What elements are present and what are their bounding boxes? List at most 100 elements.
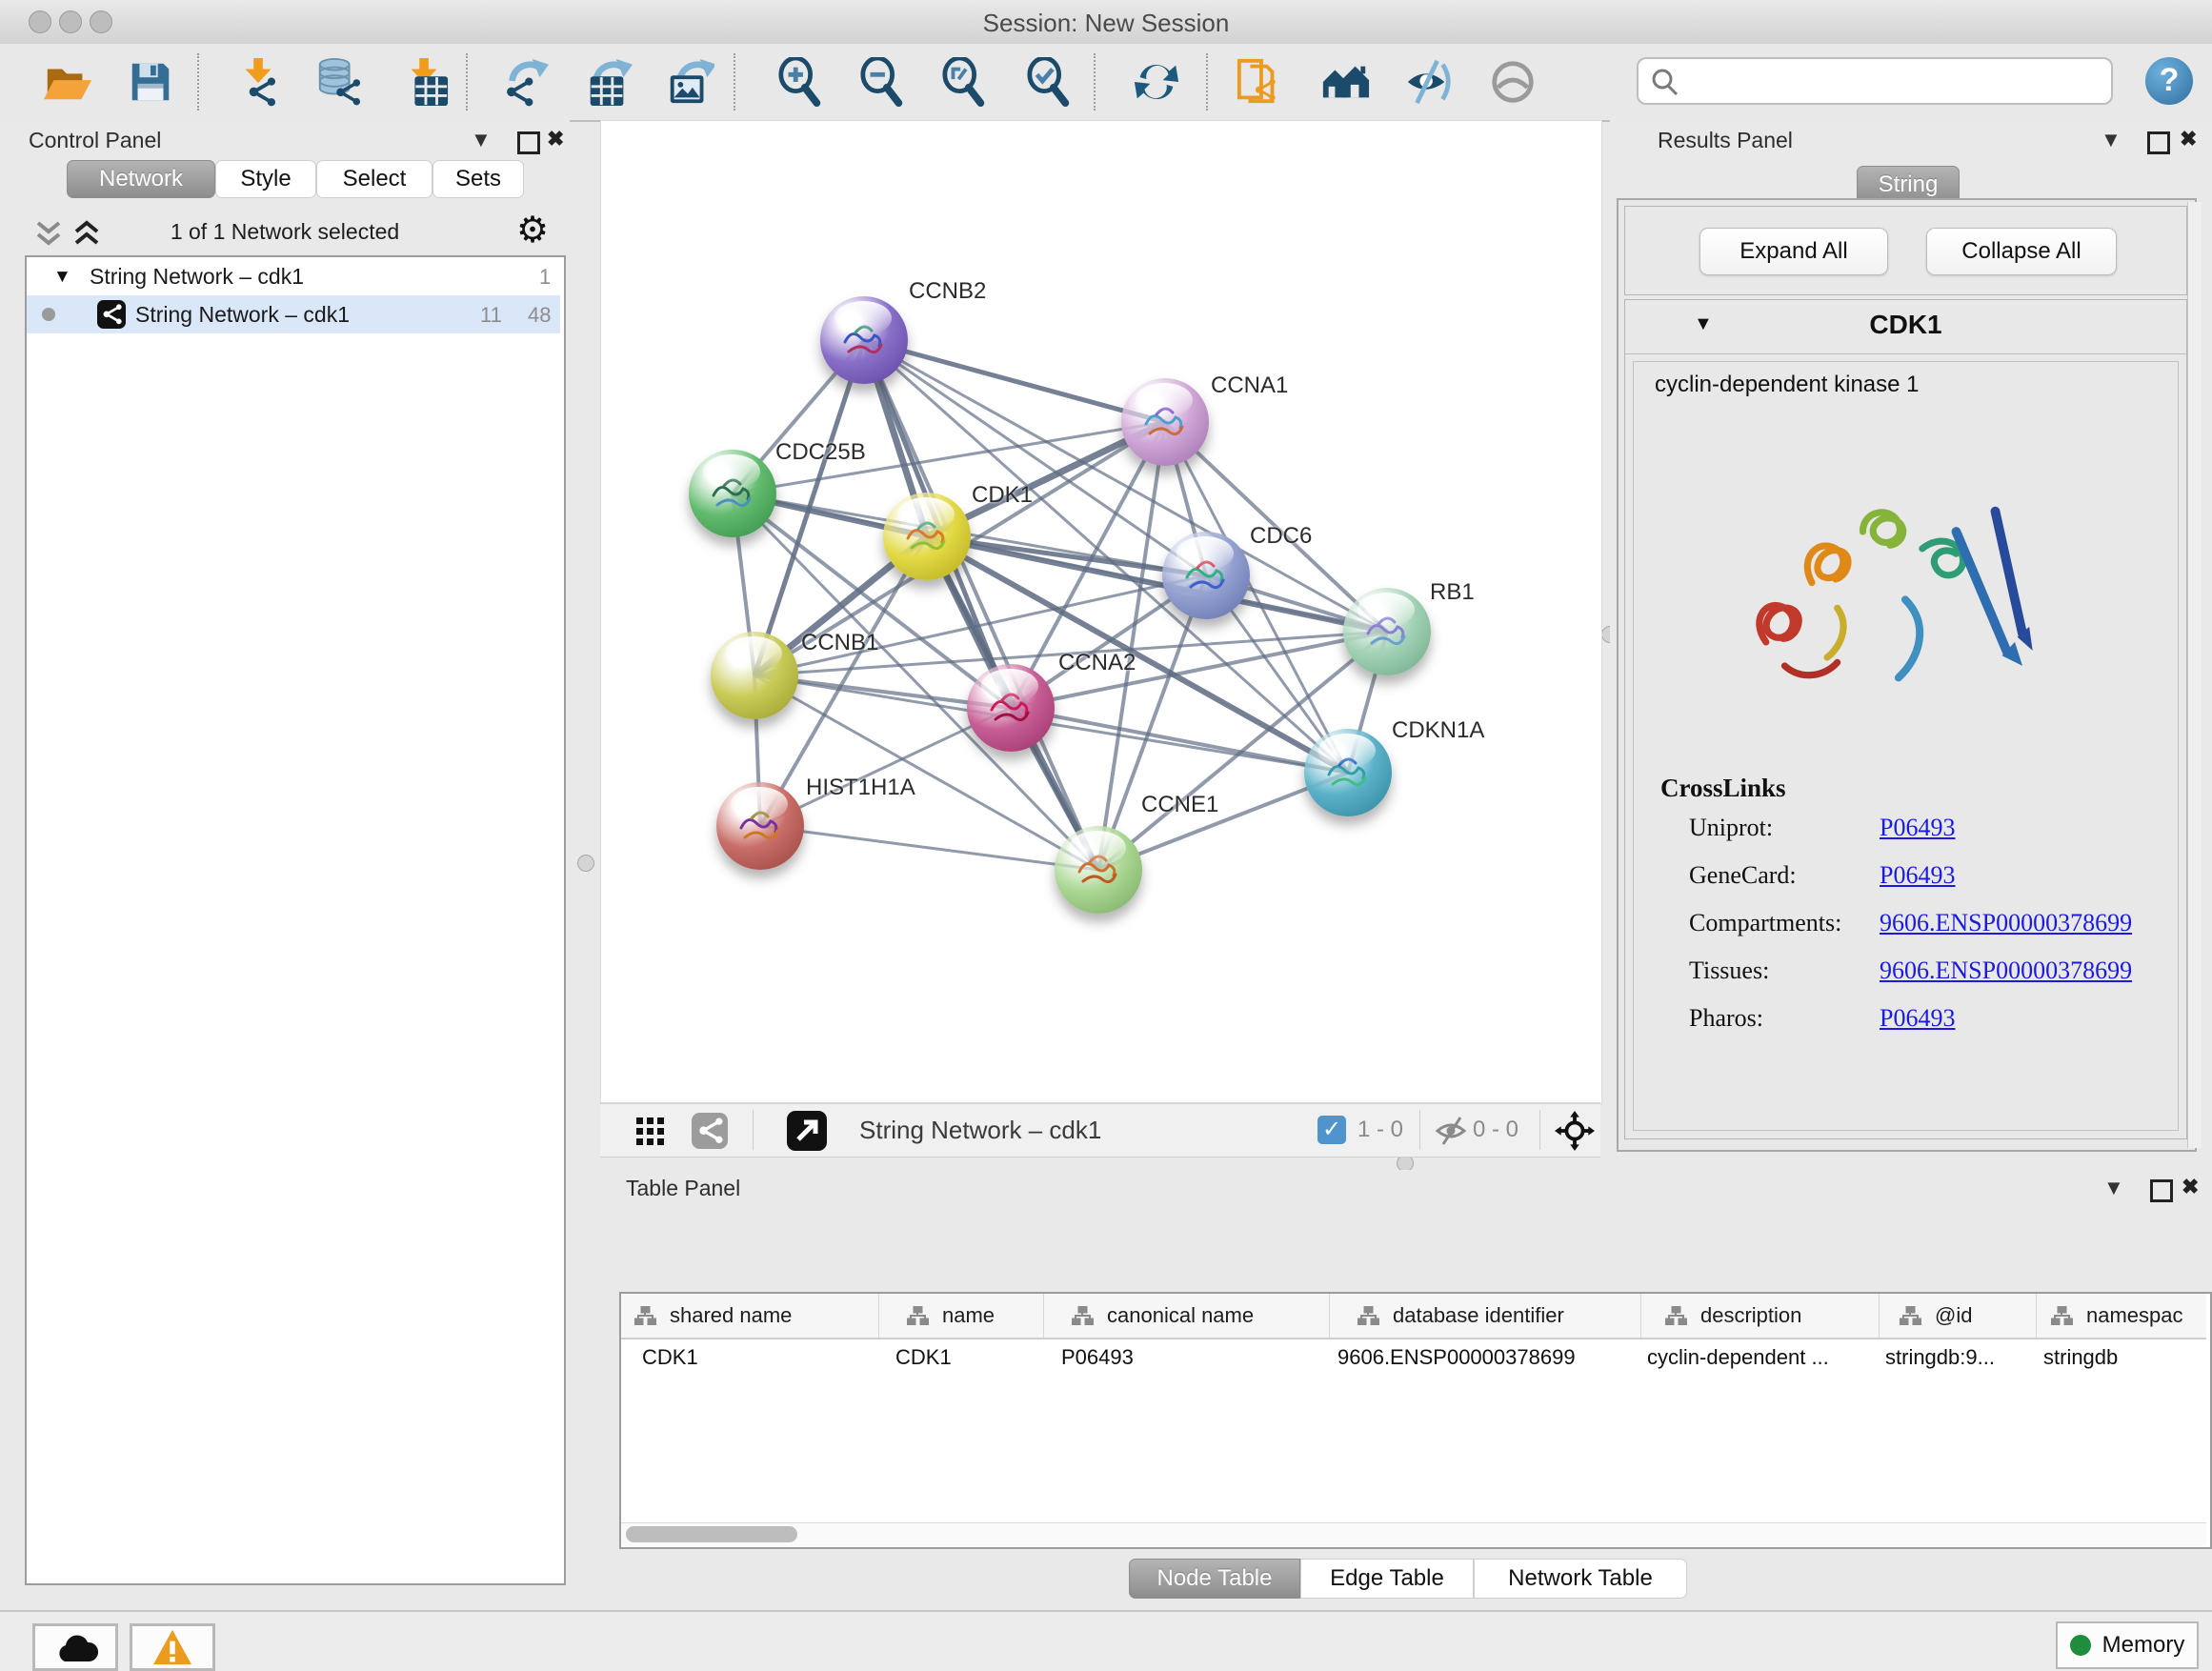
search-input[interactable] — [1688, 63, 2101, 97]
crosslink-genecard-link[interactable]: P06493 — [1880, 861, 1955, 890]
network-canvas[interactable]: CCNB2CCNA1CDC25BCDK1CDC6RB1CCNB1CCNA2CDK… — [600, 120, 1602, 1104]
network-row-selected[interactable]: String Network – cdk1 11 48 — [27, 295, 560, 333]
table-row[interactable]: CDK1 CDK1 P06493 9606.ENSP00000378699 cy… — [621, 1338, 2206, 1379]
show-all-icon[interactable] — [1488, 57, 1538, 107]
column-header[interactable]: namespac — [2036, 1294, 2206, 1338]
network-node-cdkn1a[interactable] — [1304, 729, 1392, 816]
table-panel-collapse-icon[interactable]: ▼ — [2103, 1176, 2124, 1200]
column-header[interactable]: shared name — [621, 1294, 879, 1338]
column-header[interactable]: @id — [1879, 1294, 2037, 1338]
node-result-body: cyclin-dependent kinase 1 — [1633, 361, 2179, 1131]
string-results-container: Expand All Collapse All ▼ CDK1 cyclin-de… — [1617, 198, 2197, 1152]
import-network-from-database-icon[interactable] — [314, 57, 364, 107]
results-scrollbar[interactable] — [2187, 202, 2202, 1148]
memory-status-dot — [2070, 1635, 2091, 1656]
expand-all-button[interactable]: Expand All — [1699, 228, 1888, 275]
column-header[interactable]: name — [878, 1294, 1044, 1338]
collapse-all-button[interactable]: Collapse All — [1926, 228, 2117, 275]
zoom-in-icon[interactable] — [776, 57, 826, 107]
selected-checkbox-icon[interactable]: ✓ — [1317, 1116, 1346, 1144]
zoom-selected-icon[interactable] — [1025, 57, 1075, 107]
network-node-hist1h1a[interactable] — [716, 782, 804, 870]
tab-select[interactable]: Select — [316, 160, 432, 198]
network-options-gear-icon[interactable]: ⚙ — [516, 211, 549, 250]
toolbar-separator — [197, 53, 199, 111]
node-count: 11 — [480, 303, 502, 328]
network-node-cdc25b[interactable] — [689, 450, 776, 537]
network-node-ccna2[interactable] — [967, 664, 1055, 752]
tab-network[interactable]: Network — [67, 160, 215, 198]
memory-button[interactable]: Memory — [2056, 1621, 2199, 1669]
save-session-icon[interactable] — [126, 57, 175, 107]
left-splitter-handle[interactable] — [577, 855, 594, 872]
string-view-icon[interactable] — [692, 1113, 728, 1149]
node-label-hist1h1a: HIST1H1A — [806, 775, 915, 801]
results-panel-collapse-icon[interactable]: ▼ — [2101, 128, 2122, 152]
protein-ribbon-thumbnail — [1343, 588, 1431, 675]
cloud-icon — [51, 1631, 99, 1663]
tab-style[interactable]: Style — [215, 160, 316, 198]
column-header[interactable]: database identifier — [1329, 1294, 1641, 1338]
crosslink-tissues-link[interactable]: 9606.ENSP00000378699 — [1880, 956, 2132, 985]
first-neighbors-icon[interactable] — [1236, 57, 1285, 107]
network-node-ccnb2[interactable] — [820, 296, 908, 384]
column-header[interactable]: canonical name — [1043, 1294, 1330, 1338]
node-label-ccna1: CCNA1 — [1211, 372, 1288, 399]
network-node-ccnb1[interactable] — [711, 632, 798, 719]
tab-edge-table[interactable]: Edge Table — [1300, 1559, 1474, 1599]
tree-expanded-icon[interactable]: ▼ — [53, 267, 71, 288]
crosslink-compartments-link[interactable]: 9606.ENSP00000378699 — [1880, 909, 2132, 937]
zoom-fit-icon[interactable] — [940, 57, 990, 107]
node-label-ccna2: CCNA2 — [1058, 650, 1136, 676]
network-node-cdk1[interactable] — [883, 493, 971, 580]
network-node-rb1[interactable] — [1343, 588, 1431, 675]
node-result-header[interactable]: ▼ CDK1 — [1625, 300, 2186, 354]
home-networks-icon[interactable] — [1320, 57, 1370, 107]
network-row-label: String Network – cdk1 — [135, 302, 350, 328]
table-panel-close-icon[interactable]: ✖ — [2182, 1175, 2199, 1199]
title-bar: Session: New Session — [0, 0, 2212, 45]
protein-ribbon-thumbnail — [689, 450, 776, 537]
entry-name: CDK1 — [1625, 310, 2186, 340]
tab-node-table[interactable]: Node Table — [1129, 1559, 1300, 1599]
column-tree-icon — [1665, 1306, 1687, 1325]
protein-ribbon-thumbnail — [820, 296, 908, 384]
protein-structure-image — [1710, 415, 2101, 758]
help-button[interactable]: ? — [2145, 57, 2193, 105]
import-network-icon[interactable] — [234, 57, 284, 107]
crosslink-uniprot-link[interactable]: P06493 — [1880, 814, 1955, 842]
network-nodes: CCNB2CCNA1CDC25BCDK1CDC6RB1CCNB1CCNA2CDK… — [601, 121, 1601, 1103]
column-header[interactable]: description — [1640, 1294, 1880, 1338]
table-panel-float-icon[interactable] — [2150, 1179, 2173, 1202]
table-hscrollbar-thumb[interactable] — [626, 1526, 797, 1542]
network-collection-row[interactable]: ▼ String Network – cdk1 1 — [27, 261, 560, 295]
zoom-out-icon[interactable] — [858, 57, 908, 107]
column-tree-icon — [2051, 1306, 2073, 1325]
cloud-services-button[interactable] — [32, 1623, 118, 1671]
search-field-container — [1637, 57, 2113, 105]
apply-layout-icon[interactable] — [1132, 57, 1181, 107]
control-panel-float-icon[interactable] — [517, 131, 540, 154]
application-window: Session: New Session — [0, 0, 2212, 1671]
import-table-icon[interactable] — [400, 57, 450, 107]
network-node-ccna1[interactable] — [1121, 378, 1209, 466]
control-panel-collapse-icon[interactable]: ▼ — [471, 128, 492, 152]
tab-sets[interactable]: Sets — [432, 160, 524, 198]
export-image-icon[interactable] — [665, 57, 714, 107]
detach-view-icon[interactable] — [787, 1111, 827, 1151]
results-panel-close-icon[interactable]: ✖ — [2180, 127, 2197, 151]
main-toolbar: ? — [0, 44, 2212, 122]
warnings-button[interactable] — [130, 1623, 215, 1671]
open-session-icon[interactable] — [42, 57, 91, 107]
control-panel-close-icon[interactable]: ✖ — [547, 127, 564, 151]
network-node-cdc6[interactable] — [1162, 532, 1250, 619]
crosslink-pharos-link[interactable]: P06493 — [1880, 1004, 1955, 1033]
birds-eye-toggle-icon[interactable] — [1555, 1111, 1595, 1151]
results-panel-float-icon[interactable] — [2147, 131, 2170, 154]
grid-view-icon[interactable] — [636, 1117, 665, 1146]
network-node-ccne1[interactable] — [1055, 826, 1142, 914]
export-table-icon[interactable] — [583, 57, 633, 107]
hide-selected-icon[interactable] — [1404, 57, 1454, 107]
tab-network-table[interactable]: Network Table — [1474, 1559, 1687, 1599]
export-network-icon[interactable] — [501, 57, 551, 107]
